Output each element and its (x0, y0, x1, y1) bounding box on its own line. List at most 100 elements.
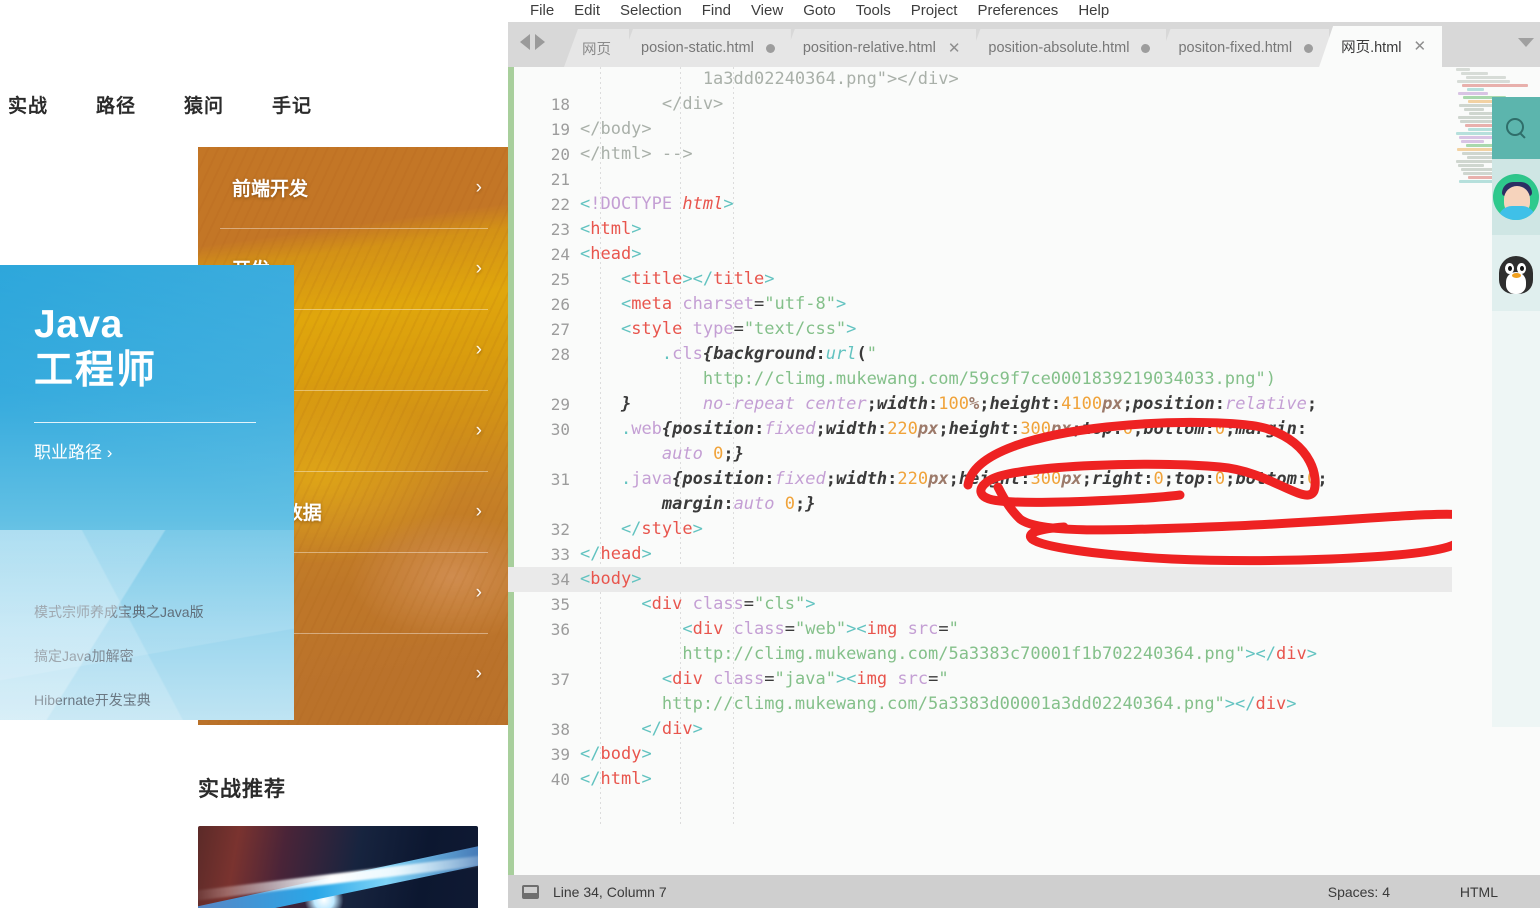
qq-widget[interactable] (1492, 235, 1540, 311)
code-text: 1a3dd02240364.png"></div> (580, 69, 959, 89)
code-line[interactable]: 36 <div class="web"><img src=" http://cl… (508, 617, 1540, 667)
nav-link-lujing[interactable]: 路径 (96, 91, 136, 118)
qq-penguin-icon (1495, 250, 1537, 296)
menu-edit[interactable]: Edit (564, 0, 610, 22)
code-line[interactable]: 29 } (508, 392, 1540, 417)
code-line[interactable]: 23 <html> (508, 217, 1540, 242)
close-icon[interactable]: ✕ (948, 41, 961, 56)
nav-link-shizhan[interactable]: 实战 (8, 91, 48, 118)
nav-link-shouji[interactable]: 手记 (272, 91, 312, 118)
tab-overflow-chevron-down-icon[interactable] (1518, 38, 1534, 47)
menu-tools[interactable]: Tools (846, 0, 901, 22)
tab-posion-static[interactable]: posion-static.html (619, 29, 791, 67)
minimap-line (1457, 80, 1510, 83)
tab-position-relative[interactable]: position-relative.html ✕ (780, 29, 977, 67)
tab-strip: 网页 posion-static.html position-relative.… (564, 22, 1443, 67)
minimap-line (1458, 92, 1488, 95)
tab-next-arrow-icon[interactable] (535, 34, 545, 50)
code-line[interactable]: 35 <div class="cls"> (508, 592, 1540, 617)
code-line[interactable]: 38 </div> (508, 717, 1540, 742)
menu-project[interactable]: Project (901, 0, 968, 22)
minimap-line (1467, 88, 1484, 91)
menu-help[interactable]: Help (1068, 0, 1119, 22)
tab-label: position-relative.html (802, 40, 936, 56)
menu-goto[interactable]: Goto (793, 0, 846, 22)
widget-panel-body (1492, 311, 1540, 727)
line-number: 29 (550, 395, 570, 414)
code-line[interactable]: 32 </style> (508, 517, 1540, 542)
code-text: </head> (580, 544, 652, 564)
code-line[interactable]: 37 <div class="java"><img src=" http://c… (508, 667, 1540, 717)
unsaved-dot-icon[interactable] (1304, 43, 1314, 53)
menu-selection[interactable]: Selection (610, 0, 692, 22)
code-line[interactable]: 33 </head> (508, 542, 1540, 567)
tab-wangye-partial[interactable]: 网页 (564, 29, 629, 67)
line-number: 23 (550, 220, 570, 239)
avatar-widget[interactable] (1492, 159, 1540, 235)
code-line[interactable]: 34 <body> (508, 567, 1540, 592)
code-line[interactable]: 1a3dd02240364.png"></div> (508, 67, 1540, 92)
code-line[interactable]: 31 .java{position:fixed;width:220px;heig… (508, 467, 1540, 517)
code-line[interactable]: 26 <meta charset="utf-8"> (508, 292, 1540, 317)
tab-position-absolute[interactable]: position-absolute.html (966, 29, 1167, 67)
cursor-position: Line 34, Column 7 (553, 883, 667, 900)
tab-positon-fixed[interactable]: positon-fixed.html (1156, 29, 1330, 67)
unsaved-dot-icon[interactable] (765, 43, 775, 53)
java-card-link-1[interactable]: 模式宗师养成宝典之Java版 (34, 602, 274, 622)
tab-prev-arrow-icon[interactable] (520, 34, 530, 50)
user-avatar-icon (1493, 174, 1539, 220)
menu-preferences[interactable]: Preferences (967, 0, 1068, 22)
close-icon[interactable]: ✕ (1414, 39, 1427, 54)
chevron-right-icon: › (475, 257, 482, 279)
code-lines[interactable]: 1a3dd02240364.png"></div> 18 </div> 19 </bo… (508, 67, 1540, 792)
search-widget-button[interactable] (1492, 97, 1540, 159)
code-text: } (620, 394, 632, 414)
java-card-link-2[interactable]: 搞定Java加解密 (34, 646, 274, 666)
minimap-line (1456, 68, 1470, 71)
nav-link-yuanwen[interactable]: 猿问 (184, 91, 224, 118)
code-editor-area[interactable]: 1a3dd02240364.png"></div> 18 </div> 19 </bo… (508, 67, 1540, 875)
code-line[interactable]: 20 </html> --> (508, 142, 1540, 167)
code-line[interactable]: 28 .cls{background:url(" http://climg.mu… (508, 342, 1540, 414)
menu-find[interactable]: Find (692, 0, 741, 22)
unsaved-dot-icon[interactable] (1141, 43, 1151, 53)
code-text: <title></title> (580, 269, 775, 289)
recommend-course-thumbnail[interactable] (198, 826, 478, 908)
menu-view[interactable]: View (741, 0, 793, 22)
chevron-right-icon: › (475, 419, 482, 441)
category-item-frontend[interactable]: 前端开发 › (198, 147, 510, 228)
code-line[interactable]: 22 <!DOCTYPE html> (508, 192, 1540, 217)
code-line[interactable]: 24 <head> (508, 242, 1540, 267)
indent-setting[interactable]: Spaces: 4 (1328, 884, 1390, 900)
minimap-line (1461, 72, 1488, 75)
code-line[interactable]: 25 <title></title> (508, 267, 1540, 292)
code-line[interactable]: 18 </div> (508, 92, 1540, 117)
code-text: <!DOCTYPE html> (580, 194, 734, 214)
tab-bar: 网页 posion-static.html position-relative.… (508, 22, 1540, 67)
code-text: </html> --> (580, 144, 693, 164)
code-line[interactable]: 27 <style type="text/css"> (508, 317, 1540, 342)
minimap-line (1458, 164, 1484, 167)
code-line[interactable]: 40 </html> (508, 767, 1540, 792)
tab-label: position-absolute.html (988, 40, 1130, 56)
code-line[interactable]: 30 .web{position:fixed;width:220px;heigh… (508, 417, 1540, 467)
code-line[interactable]: 21 (508, 167, 1540, 192)
minimap-line (1464, 108, 1484, 111)
code-text: <body> (580, 569, 642, 589)
code-line[interactable]: 39 </body> (508, 742, 1540, 767)
menu-file[interactable]: File (520, 0, 564, 22)
code-line[interactable]: 19 </body> (508, 117, 1540, 142)
tab-wangye-html[interactable]: 网页.html ✕ (1319, 26, 1443, 67)
line-number: 32 (550, 520, 570, 539)
line-number: 39 (550, 745, 570, 764)
chevron-right-icon: › (475, 500, 482, 522)
code-text: <html> (580, 219, 642, 239)
minimap-line (1468, 128, 1494, 131)
career-path-link[interactable]: 职业路径 › (34, 438, 112, 463)
java-card-link-3[interactable]: Hibernate开发宝典 (34, 690, 274, 710)
tab-label: 网页 (582, 41, 611, 58)
syntax-mode[interactable]: HTML (1460, 884, 1498, 900)
code-text: </body> (580, 744, 652, 764)
minimap-line (1462, 84, 1528, 87)
line-number: 25 (550, 270, 570, 289)
